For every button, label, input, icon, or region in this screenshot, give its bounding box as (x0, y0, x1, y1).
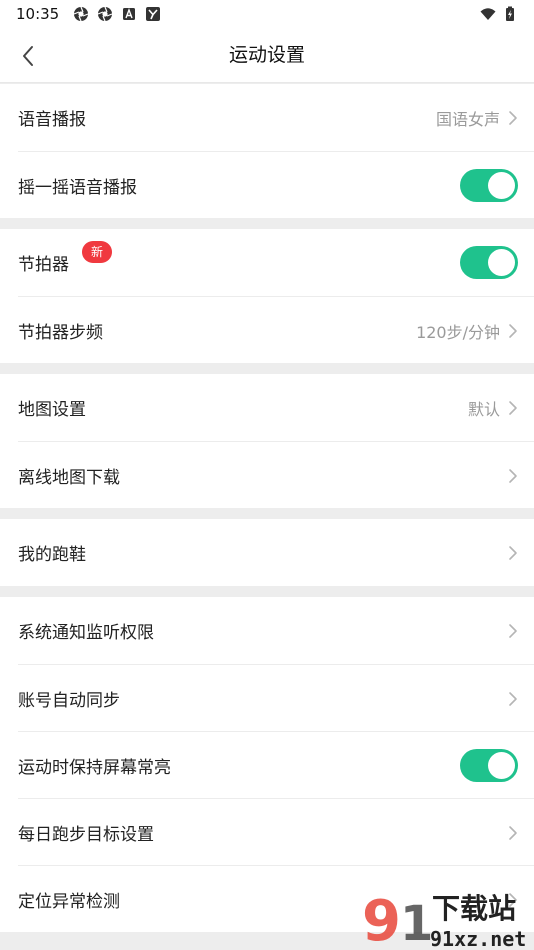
chevron-right-icon (509, 545, 517, 560)
settings-group-metronome: 节拍器 新 节拍器步频 120步/分钟 (0, 229, 534, 363)
aperture-icon (74, 6, 89, 22)
header: 运动设置 (0, 28, 534, 83)
row-value: 120步/分钟 (416, 322, 500, 342)
chevron-right-icon (509, 623, 517, 638)
row-value: 默认 (467, 399, 500, 419)
keep-screen-on-toggle[interactable] (460, 749, 518, 782)
row-label: 账号自动同步 (18, 690, 120, 711)
row-right (508, 665, 518, 732)
settings-group-voice: 语音播报 国语女声 摇一摇语音播报 (0, 84, 534, 218)
watermark-text-bottom: 91xz.net (430, 927, 526, 950)
toggle-knob (488, 172, 515, 199)
toggle-knob (488, 752, 515, 779)
row-keep-screen-on: 运动时保持屏幕常亮 (18, 731, 534, 798)
row-right (508, 519, 518, 586)
row-right (460, 229, 518, 296)
row-right: 国语女声 (436, 84, 518, 151)
row-metronome-cadence[interactable]: 节拍器步频 120步/分钟 (18, 296, 534, 363)
row-label: 系统通知监听权限 (18, 623, 154, 643)
chevron-right-icon (509, 110, 517, 125)
status-icons-right (480, 6, 518, 22)
row-label: 摇一摇语音播报 (18, 177, 137, 198)
status-icons-left (73, 6, 161, 22)
row-right (460, 732, 518, 799)
shake-voice-toggle[interactable] (460, 169, 518, 202)
watermark-logo: 9 1 下载站 91xz.net (362, 889, 526, 950)
chevron-right-icon (509, 400, 517, 415)
chevron-right-icon (509, 468, 517, 483)
aperture-icon (98, 6, 113, 22)
watermark-logo-digit-icon: 9 (362, 889, 401, 950)
row-offline-map-download[interactable]: 离线地图下载 (18, 441, 534, 508)
row-account-auto-sync[interactable]: 账号自动同步 (18, 664, 534, 731)
settings-group-system: 系统通知监听权限 账号自动同步 运动时保持屏幕常亮 每日跑步目标设置 定位异常检… (0, 597, 534, 932)
new-badge: 新 (82, 241, 112, 263)
row-label: 语音播报 (18, 110, 86, 130)
chevron-right-icon (509, 323, 517, 338)
settings-group-map: 地图设置 默认 离线地图下载 (0, 374, 534, 508)
row-metronome: 节拍器 新 (18, 229, 534, 296)
row-label: 定位异常检测 (18, 891, 120, 912)
row-label: 运动时保持屏幕常亮 (18, 757, 171, 778)
row-shake-voice-broadcast: 摇一摇语音播报 (18, 151, 534, 218)
status-time: 10:35 (16, 5, 60, 23)
wifi-icon (480, 8, 496, 20)
row-label: 地图设置 (18, 400, 86, 420)
row-right: 120步/分钟 (416, 297, 518, 364)
row-right (460, 152, 518, 219)
chevron-right-icon (509, 691, 517, 706)
row-right (508, 442, 518, 509)
row-label: 节拍器步频 (18, 322, 103, 343)
row-right: 默认 (468, 374, 518, 441)
a-box-icon (123, 8, 136, 20)
battery-charging-icon (506, 6, 514, 21)
watermark-text-top: 下载站 (432, 892, 516, 925)
y-box-icon (146, 7, 161, 21)
row-value: 国语女声 (435, 109, 500, 129)
row-map-settings[interactable]: 地图设置 默认 (18, 374, 534, 441)
page-title: 运动设置 (228, 44, 305, 66)
row-my-shoes[interactable]: 我的跑鞋 (18, 519, 534, 586)
row-label: 节拍器 (18, 255, 69, 275)
row-label: 我的跑鞋 (18, 545, 86, 565)
row-right (508, 597, 518, 664)
row-daily-run-goal[interactable]: 每日跑步目标设置 (18, 798, 534, 865)
metronome-toggle[interactable] (460, 246, 518, 279)
settings-group-shoes: 我的跑鞋 (0, 519, 534, 586)
row-label: 离线地图下载 (18, 467, 120, 488)
toggle-knob (488, 249, 515, 276)
watermark-logo-digit-icon: 1 (400, 896, 433, 950)
status-bar: 10:35 (0, 0, 534, 28)
chevron-right-icon (509, 825, 517, 840)
row-notification-permission[interactable]: 系统通知监听权限 (18, 597, 534, 664)
row-label: 每日跑步目标设置 (18, 824, 154, 845)
row-voice-broadcast[interactable]: 语音播报 国语女声 (18, 84, 534, 151)
row-right (508, 799, 518, 866)
